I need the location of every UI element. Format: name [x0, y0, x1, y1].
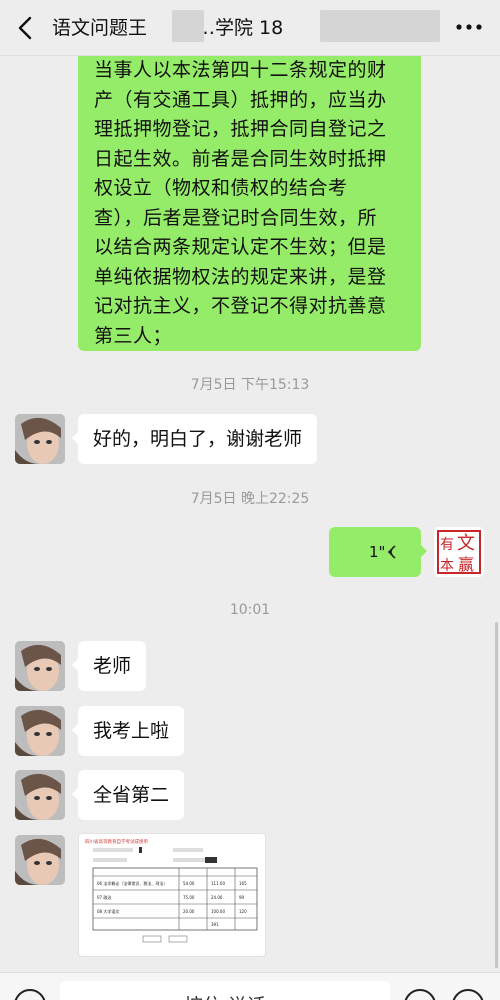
- score-header: 四川省高等教育自学考试成绩单: [85, 838, 148, 845]
- avatar[interactable]: [15, 414, 65, 464]
- chat-bubble[interactable]: 好的，明白了，谢谢老师: [71, 414, 318, 464]
- emoji-icon[interactable]: [404, 989, 436, 1000]
- timestamp: 7月5日 下午15:13: [190, 377, 310, 393]
- hold-to-talk-button[interactable]: 按住 说话: [60, 981, 390, 1000]
- avatar-photo-icon: [15, 706, 65, 756]
- back-arrow-icon[interactable]: [12, 14, 40, 42]
- timestamp: 10:01: [229, 602, 271, 618]
- text-line: 以结合两条规定认定不生效；但是: [94, 236, 387, 258]
- my-avatar[interactable]: 文 有 赢 本: [434, 527, 484, 577]
- seal-logo-icon: 文 有 赢 本: [434, 527, 484, 577]
- voice-wave-icon: [388, 545, 396, 559]
- avatar-photo-icon: [15, 835, 65, 885]
- score-cell: 20.00: [183, 909, 195, 914]
- chat-title-part1: 语文问题王: [52, 17, 148, 39]
- text-line: 产（有交通工具）抵押的，应当办: [94, 88, 387, 111]
- timestamp: 7月5日 晚上22:25: [190, 491, 310, 507]
- text-line: 第三人；: [94, 324, 173, 347]
- text-line: 单纯依据物权法的规定来讲，是登: [94, 265, 387, 288]
- chat-bubble[interactable]: 我考上啦: [71, 706, 185, 756]
- score-cell: 24.00: [211, 895, 223, 900]
- chat-bubble[interactable]: 老师: [71, 641, 147, 691]
- score-total: 391: [211, 922, 219, 927]
- text-line: 日起生效。前者是合同生效时抵押: [94, 147, 387, 170]
- add-more-icon[interactable]: [452, 989, 484, 1000]
- score-table-graphic: 四川省高等教育自学考试成绩单 06 法学概论（法律常识、税法、刑法） 54.00…: [79, 834, 265, 956]
- score-cell: 111.00: [211, 881, 225, 886]
- input-bar: 按住 说话: [0, 972, 500, 1000]
- redacted-block: [172, 10, 204, 42]
- text-line: 查），后者是登记时合同生效，所: [94, 206, 378, 229]
- long-text-bubble[interactable]: 当事人以本法第四十二条规定的财 产（有交通工具）抵押的，应当办 理抵押物登记，抵…: [78, 56, 421, 351]
- score-cell: 165: [239, 881, 247, 886]
- text-line: 记对抗主义，不登记不得对抗善意: [94, 295, 387, 317]
- avatar-photo-icon: [15, 641, 65, 691]
- score-cell: 100.00: [211, 909, 225, 914]
- svg-text:赢: 赢: [458, 555, 474, 574]
- score-subject: 06 法学概论（法律常识、税法、刑法）: [97, 880, 167, 886]
- text-line: 权设立（物权和债权的结合考: [94, 177, 348, 199]
- score-subject: 08 大学语文: [97, 908, 119, 914]
- chat-bubble[interactable]: 全省第二: [71, 770, 185, 820]
- score-report-image[interactable]: 四川省高等教育自学考试成绩单 06 法学概论（法律常识、税法、刑法） 54.00…: [78, 833, 266, 957]
- avatar[interactable]: [15, 835, 65, 885]
- avatar[interactable]: [15, 770, 65, 820]
- avatar-photo-icon: [15, 770, 65, 820]
- redacted-block: [320, 10, 440, 42]
- text-line: 理抵押物登记，抵押合同自登记之: [94, 118, 387, 140]
- score-subject: 07 政治: [97, 894, 111, 900]
- voice-toggle-icon[interactable]: [14, 989, 46, 1000]
- chat-title: 语文问题王 法…学院 18: [52, 14, 283, 42]
- more-options-icon[interactable]: [456, 22, 482, 32]
- avatar[interactable]: [15, 641, 65, 691]
- svg-text:本: 本: [440, 558, 454, 574]
- score-cell: 75.00: [183, 895, 195, 900]
- score-cell: 120: [239, 909, 247, 914]
- scrollbar[interactable]: [495, 622, 498, 968]
- hold-to-talk-label: 按住 说话: [60, 991, 390, 1000]
- svg-text:文: 文: [457, 533, 475, 554]
- avatar-photo-icon: [15, 414, 65, 464]
- score-cell: 54.00: [183, 881, 195, 886]
- text-line: 当事人以本法第四十二条规定的财: [94, 59, 387, 81]
- avatar[interactable]: [15, 706, 65, 756]
- chat-header: 语文问题王 法…学院 18: [0, 0, 500, 56]
- score-cell: 99: [239, 895, 245, 900]
- svg-text:有: 有: [440, 537, 454, 553]
- voice-message-bubble[interactable]: 1": [329, 527, 427, 577]
